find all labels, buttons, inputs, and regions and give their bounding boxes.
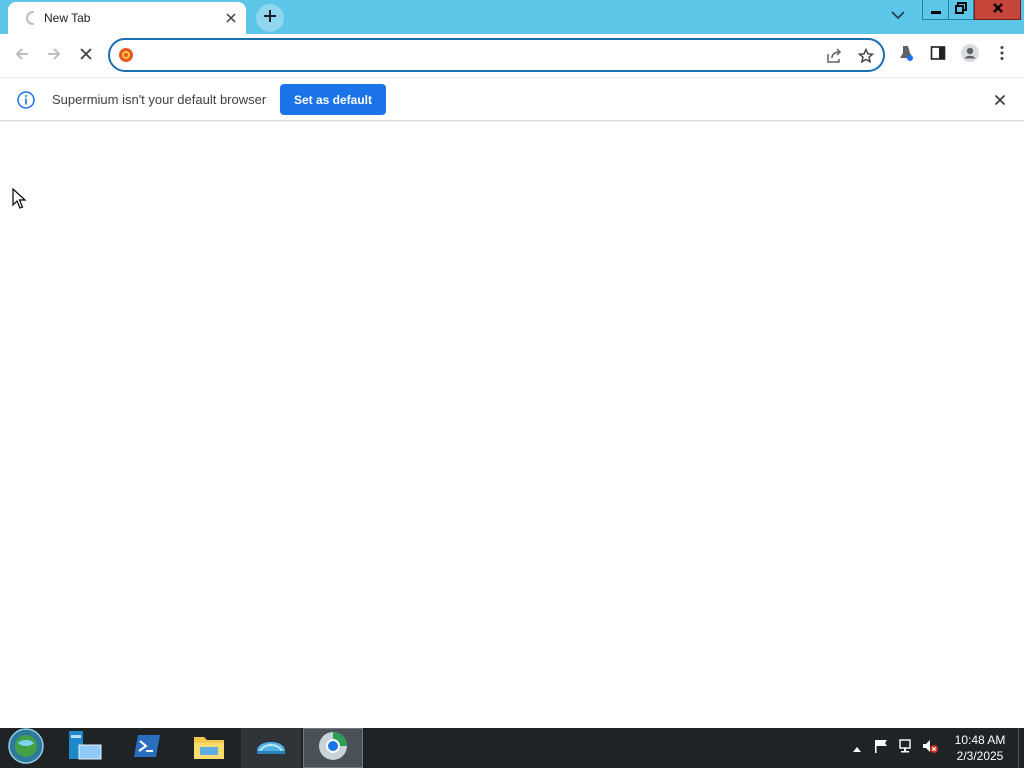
volume-status[interactable] [919, 728, 941, 768]
volume-muted-icon [921, 738, 939, 759]
kebab-menu-icon [999, 45, 1005, 66]
window-close-button[interactable] [974, 0, 1021, 20]
side-panel-button[interactable] [927, 44, 949, 66]
restore-icon [955, 1, 967, 19]
forward-arrow-icon [46, 46, 62, 67]
set-as-default-button[interactable]: Set as default [280, 84, 386, 115]
start-button[interactable] [6, 727, 46, 769]
side-panel-icon [930, 45, 946, 66]
tab-search-button[interactable] [886, 4, 910, 28]
site-info-icon[interactable] [118, 47, 134, 63]
tab-strip: New Tab [0, 0, 1024, 34]
close-icon[interactable] [222, 9, 240, 27]
star-icon[interactable] [856, 46, 876, 66]
profile-button[interactable] [959, 43, 981, 68]
new-tab-button[interactable] [256, 4, 284, 32]
taskbar-file-explorer[interactable] [179, 728, 239, 768]
extensions-button[interactable] [895, 44, 917, 66]
close-icon [992, 1, 1004, 19]
taskbar-supermium-browser[interactable] [303, 728, 363, 768]
share-icon[interactable] [824, 46, 844, 66]
clock-date: 2/3/2025 [956, 749, 1004, 763]
address-bar[interactable] [108, 38, 885, 72]
minimize-button[interactable] [922, 0, 949, 20]
show-desktop-button[interactable] [1018, 728, 1024, 768]
tab-new-tab[interactable]: New Tab [8, 2, 246, 34]
stop-button[interactable] [72, 42, 100, 70]
back-arrow-icon [14, 46, 30, 67]
folder-icon [192, 731, 226, 766]
taskbar-server-manager[interactable] [55, 728, 115, 768]
network-shell-icon [254, 731, 288, 766]
extensions-icon [897, 44, 915, 67]
page-content [0, 122, 1024, 728]
flag-icon [873, 738, 889, 759]
forward-button[interactable] [40, 42, 68, 70]
mouse-cursor-icon [12, 187, 28, 210]
clock-time: 10:48 AM [954, 733, 1006, 747]
minimize-icon [930, 1, 942, 19]
address-input[interactable] [140, 45, 800, 65]
taskbar-powershell[interactable] [117, 728, 177, 768]
chevron-down-icon [891, 7, 905, 25]
menu-button[interactable] [991, 44, 1013, 66]
powershell-icon [132, 733, 162, 764]
infobar-close-button[interactable] [990, 90, 1010, 110]
profile-icon [960, 43, 980, 68]
tab-title: New Tab [44, 11, 91, 25]
default-browser-infobar: Supermium isn't your default browser Set… [0, 77, 1024, 121]
network-icon [898, 738, 914, 759]
supermium-browser-icon [317, 730, 349, 767]
stop-icon [79, 47, 93, 66]
tray-expand-icon [852, 739, 862, 757]
tray-expand-button[interactable] [849, 728, 865, 768]
action-center-flag[interactable] [870, 728, 892, 768]
taskbar-clock[interactable]: 10:48 AM 2/3/2025 [944, 732, 1016, 764]
server-manager-icon [67, 729, 103, 768]
restore-button[interactable] [949, 0, 974, 20]
browser-toolbar [0, 34, 1024, 77]
taskbar: 10:48 AM 2/3/2025 [0, 727, 1024, 769]
info-icon [16, 90, 36, 110]
loading-spinner-icon [25, 10, 41, 26]
windows-orb-icon [8, 727, 44, 769]
network-status[interactable] [895, 728, 917, 768]
infobar-message: Supermium isn't your default browser [52, 92, 267, 107]
back-button[interactable] [8, 42, 36, 70]
plus-icon [263, 9, 277, 28]
taskbar-network-app[interactable] [241, 728, 301, 768]
